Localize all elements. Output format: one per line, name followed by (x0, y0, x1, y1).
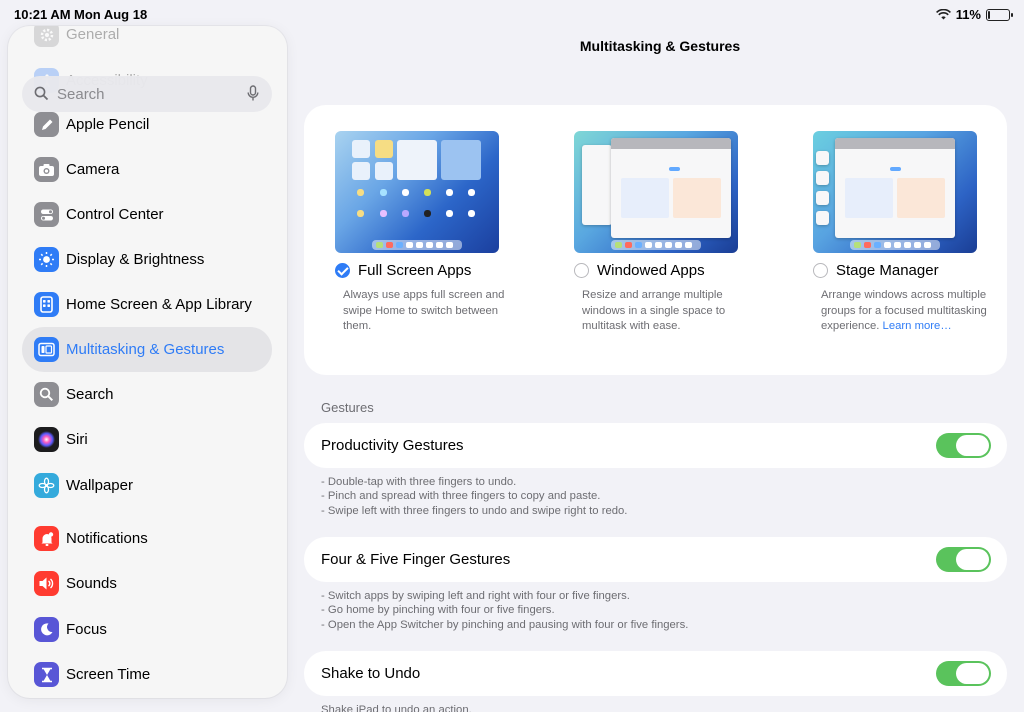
speaker-icon (34, 571, 59, 596)
sidebar-item-multitasking-gestures[interactable]: Multitasking & Gestures (22, 327, 272, 372)
camera-icon (34, 157, 59, 182)
sidebar-item-control-center[interactable]: Control Center (22, 192, 272, 237)
mode-option-windowed[interactable]: Windowed Apps Resize and arrange multipl… (574, 131, 774, 335)
mode-option-stage-manager[interactable]: Stage Manager Arrange windows across mul… (813, 131, 1013, 335)
sidebar-item-home-screen[interactable]: Home Screen & App Library (22, 282, 272, 327)
sidebar-item-label: Wallpaper (66, 477, 133, 494)
productivity-gestures-row: Productivity Gestures (304, 423, 1007, 468)
full-screen-apps-preview (335, 131, 499, 253)
footer-line: - Double-tap with three fingers to undo. (321, 476, 517, 488)
sidebar-item-apple-pencil[interactable]: Apple Pencil (22, 102, 272, 147)
sidebar-item-siri[interactable]: Siri (22, 417, 272, 462)
windowed-apps-preview (574, 131, 738, 253)
page-title: Multitasking & Gestures (579, 38, 741, 54)
microphone-icon[interactable] (247, 85, 259, 102)
row-label: Shake to Undo (321, 665, 421, 682)
sidebar-item-camera[interactable]: Camera (22, 147, 272, 192)
home-screen-icon (34, 292, 59, 317)
sidebar-item-label: General (66, 26, 120, 43)
sidebar-item-label: Search (66, 386, 114, 403)
sidebar-item-notifications[interactable]: Notifications (22, 516, 272, 561)
sidebar-item-screen-time[interactable]: Screen Time (22, 652, 272, 697)
sidebar-item-label: Camera (66, 161, 120, 178)
four-five-finger-footer: - Switch apps by swiping left and right … (321, 589, 688, 632)
pencil-icon (34, 112, 59, 137)
moon-icon (34, 617, 59, 642)
sidebar-item-general[interactable]: General (22, 26, 272, 57)
sidebar-item-sounds[interactable]: Sounds (22, 561, 272, 606)
shake-to-undo-row: Shake to Undo (304, 651, 1007, 696)
sidebar-item-label: Home Screen & App Library (66, 296, 252, 313)
mode-description: Resize and arrange multiple windows in a… (582, 289, 726, 332)
mode-name: Stage Manager (836, 262, 939, 279)
sidebar-item-label: Screen Time (66, 666, 151, 683)
sidebar-item-label: Control Center (66, 206, 164, 223)
footer-line: - Switch apps by swiping left and right … (321, 590, 630, 602)
sidebar-item-search[interactable]: Search (22, 372, 272, 417)
shake-to-undo-footer: Shake iPad to undo an action. (321, 703, 472, 712)
sidebar-item-label: Multitasking & Gestures (66, 341, 225, 358)
sidebar-item-label: Siri (66, 431, 88, 448)
sidebar-item-display-brightness[interactable]: Display & Brightness (22, 237, 272, 282)
sidebar-item-label: Focus (66, 621, 107, 638)
status-date: Mon Aug 18 (74, 7, 148, 22)
status-bar: 10:21 AM Mon Aug 18 11% (0, 0, 1024, 28)
mode-description: Always use apps full screen and swipe Ho… (343, 289, 505, 332)
four-five-finger-gestures-row: Four & Five Finger Gestures (304, 537, 1007, 582)
battery-level (988, 10, 991, 19)
footer-line: - Pinch and spread with three fingers to… (321, 490, 601, 503)
toggles-icon (34, 202, 59, 227)
row-label: Four & Five Finger Gestures (321, 551, 511, 568)
sidebar-item-focus[interactable]: Focus (22, 607, 272, 652)
radio-full-screen[interactable] (335, 263, 350, 278)
search-icon (34, 86, 49, 101)
status-time: 10:21 AM (14, 7, 71, 22)
battery-icon (986, 8, 1013, 21)
footer-line: Shake iPad to undo an action. (321, 704, 472, 712)
sidebar-item-label: Sounds (66, 575, 117, 592)
footer-line: - Swipe left with three fingers to undo … (321, 504, 628, 517)
mode-option-full-screen[interactable]: Full Screen Apps Always use apps full sc… (335, 131, 535, 335)
productivity-gestures-toggle[interactable] (936, 433, 991, 458)
sidebar-item-label: Apple Pencil (66, 116, 150, 133)
multitasking-icon (34, 337, 59, 362)
sidebar-item-wallpaper[interactable]: Wallpaper (22, 463, 272, 508)
gear-icon (34, 26, 59, 47)
search-placeholder: Search (57, 86, 105, 103)
footer-line: - Go home by pinching with four or five … (321, 604, 555, 617)
sun-icon (34, 247, 59, 272)
radio-stage-manager[interactable] (813, 263, 828, 278)
row-label: Productivity Gestures (321, 437, 464, 454)
flower-icon (34, 473, 59, 498)
radio-windowed[interactable] (574, 263, 589, 278)
shake-to-undo-toggle[interactable] (936, 661, 991, 686)
mode-name: Full Screen Apps (358, 262, 472, 279)
productivity-gestures-footer: - Double-tap with three fingers to undo.… (321, 475, 627, 518)
multitasking-mode-card: Full Screen Apps Always use apps full sc… (304, 105, 1007, 375)
gestures-section-header: Gestures (321, 400, 374, 415)
sidebar-item-label: Notifications (66, 530, 148, 547)
hourglass-icon (34, 662, 59, 687)
battery-percent: 11% (955, 7, 981, 22)
wifi-icon (935, 9, 951, 20)
bell-icon (34, 526, 59, 551)
four-five-finger-gestures-toggle[interactable] (936, 547, 991, 572)
stage-manager-preview (813, 131, 977, 253)
sidebar-item-label: Display & Brightness (66, 251, 205, 268)
learn-more-link[interactable]: Learn more… (883, 320, 952, 332)
siri-icon (34, 427, 59, 452)
mode-description: Arrange windows across multiple groups f… (821, 288, 996, 335)
footer-line: - Open the App Switcher by pinching and … (321, 618, 689, 631)
search-icon (34, 382, 59, 407)
mode-name: Windowed Apps (597, 262, 705, 279)
sidebar: General Accessibility Search Apple Penci… (8, 26, 287, 698)
